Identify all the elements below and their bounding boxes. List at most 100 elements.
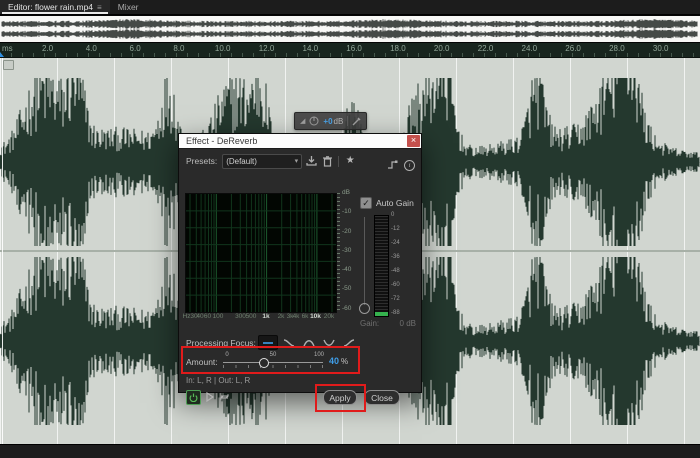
- db-axis-label: -20: [342, 227, 352, 235]
- amount-label: Amount:: [186, 357, 218, 367]
- amount-scale-label: 100: [313, 352, 325, 358]
- audition-app: Editor: flower rain.mp4 ≡ Mixer ms 2.0 4.…: [0, 0, 700, 458]
- ruler-label: 4.0: [85, 44, 97, 53]
- presets-value: (Default): [226, 156, 257, 166]
- frequency-graph-block: dB -10 -20 -30 -40 -50 -60 Hz 30 40 60 100 300 500 1k…: [182, 189, 360, 327]
- bump-curve-icon: [303, 339, 315, 346]
- focus-low-button[interactable]: [280, 336, 298, 349]
- dialog-utility-icons: i: [387, 157, 415, 173]
- amount-slider-thumb[interactable]: [259, 358, 269, 368]
- dialog-close-icon[interactable]: ×: [407, 135, 420, 147]
- knob-icon[interactable]: [309, 116, 319, 126]
- amount-scale-label: 0: [225, 352, 229, 358]
- db-axis-label: -30: [342, 246, 352, 254]
- ruler-label: 26.0: [565, 44, 581, 53]
- ruler-label: 12.0: [258, 44, 275, 53]
- panel-menu-icon[interactable]: ≡: [97, 3, 102, 12]
- freq-axis-label: 40: [196, 313, 204, 320]
- hud-volume-value: +0: [323, 117, 333, 126]
- close-button[interactable]: Close: [364, 390, 400, 405]
- focus-high-button[interactable]: [340, 336, 358, 349]
- dialog-bottom-row: Apply Close: [179, 384, 421, 412]
- fader-icon[interactable]: ◢: [300, 118, 305, 125]
- delete-preset-button[interactable]: [320, 155, 334, 168]
- level-meter-signal: [375, 312, 388, 316]
- frequency-graph[interactable]: [185, 193, 337, 313]
- amount-scale-label: 50: [269, 352, 277, 358]
- ruler-label: 6.0: [129, 44, 141, 53]
- gain-meter-block: 0 -12 -24 -36 -48 -60 -72 -88: [359, 212, 416, 317]
- preview-play-button[interactable]: [203, 390, 216, 403]
- auto-gain-checkbox[interactable]: ✓: [360, 197, 372, 209]
- save-preset-button[interactable]: [304, 155, 318, 168]
- meter-scale-label: -12: [391, 226, 400, 232]
- meter-scale-label: -88: [391, 310, 400, 316]
- db-axis-labels: dB -10 -20 -30 -40 -50 -60: [342, 189, 360, 312]
- favorite-button[interactable]: ★: [343, 155, 357, 168]
- chevron-down-icon: ▾: [294, 157, 299, 165]
- ruler-label: 20.0: [433, 44, 450, 53]
- ruler-label: 8.0: [173, 44, 185, 53]
- playhead-line[interactable]: [2, 58, 3, 444]
- db-axis-label: -50: [342, 285, 352, 293]
- amount-slider-track[interactable]: [223, 362, 323, 363]
- freq-axis-label: 6k: [301, 313, 309, 320]
- freq-axis-label: 1k: [262, 313, 270, 320]
- tab-mixer[interactable]: Mixer: [110, 0, 147, 14]
- gain-value: 0 dB: [399, 319, 416, 328]
- play-icon: [205, 391, 214, 402]
- waveform-overview[interactable]: [0, 15, 700, 43]
- level-meter: [374, 215, 389, 317]
- ruler-ticks: [0, 53, 700, 57]
- gain-label: Gain:: [360, 319, 380, 328]
- freq-axis-label: 100: [212, 313, 224, 320]
- volume-hud[interactable]: ◢ +0dB: [294, 112, 368, 130]
- db-axis-label: -10: [342, 208, 352, 216]
- tab-editor[interactable]: Editor: flower rain.mp4 ≡: [0, 0, 110, 14]
- focus-full-band-button[interactable]: [257, 335, 278, 350]
- gain-slider-thumb[interactable]: [359, 303, 370, 314]
- amount-value-unit: %: [341, 357, 349, 366]
- apply-button[interactable]: Apply: [323, 390, 357, 405]
- dialog-title-bar[interactable]: Effect - DeReverb ×: [179, 134, 421, 149]
- meter-scale-label: -72: [391, 296, 400, 302]
- ruler-label: 2.0: [41, 44, 54, 53]
- gain-readout-row: Gain: 0 dB: [360, 319, 416, 328]
- auto-gain-label: Auto Gain: [376, 198, 414, 208]
- hud-volume-unit: dB: [333, 117, 344, 126]
- gain-slider-track[interactable]: [364, 217, 365, 305]
- focus-notch-button[interactable]: [320, 336, 338, 349]
- info-icon[interactable]: i: [404, 159, 415, 171]
- hud-divider: [347, 116, 349, 126]
- tab-mixer-label: Mixer: [117, 2, 139, 12]
- processing-focus-label: Processing Focus:: [186, 337, 256, 348]
- meter-scale-labels: 0 -12 -24 -36 -48 -60 -72 -88: [391, 212, 400, 316]
- freq-axis-label: 500: [245, 313, 257, 320]
- focus-mid-button[interactable]: [300, 336, 318, 349]
- freq-axis-label: 10k: [310, 313, 321, 320]
- amount-slider[interactable]: 0 50 100: [223, 352, 325, 370]
- freq-axis-label: Hz: [182, 313, 191, 320]
- playhead-caret[interactable]: [0, 52, 4, 57]
- star-icon: ★: [345, 155, 355, 166]
- meter-scale-label: -60: [391, 282, 400, 288]
- tab-editor-label: Editor: flower rain.mp4: [8, 2, 94, 12]
- ruler-label: 22.0: [477, 44, 494, 53]
- loop-playback-button[interactable]: [218, 390, 231, 403]
- meter-scale-label: -48: [391, 268, 400, 274]
- timeline-ruler[interactable]: ms 2.0 4.0 6.0 8.0 10.0 12.0 14.0 16.0 18.0 20.0 2…: [0, 43, 700, 58]
- clip-menu-icon[interactable]: [3, 60, 14, 70]
- freq-axis-label: 4k: [292, 313, 300, 320]
- auto-gain-row: ✓ Auto Gain: [360, 197, 414, 209]
- dip-curve-icon: [323, 339, 335, 346]
- routing-icon[interactable]: [387, 160, 398, 170]
- pin-icon[interactable]: [352, 117, 361, 126]
- presets-label: Presets:: [186, 156, 218, 166]
- freq-axis-label: 300: [235, 313, 246, 320]
- meter-scale-label: 0: [391, 212, 395, 218]
- toolbar-divider: [338, 155, 340, 167]
- dialog-title: Effect - DeReverb: [186, 136, 258, 146]
- effect-power-toggle[interactable]: [186, 390, 201, 405]
- presets-dropdown[interactable]: (Default) ▾: [222, 153, 303, 169]
- freq-axis-label: 20k: [323, 313, 335, 320]
